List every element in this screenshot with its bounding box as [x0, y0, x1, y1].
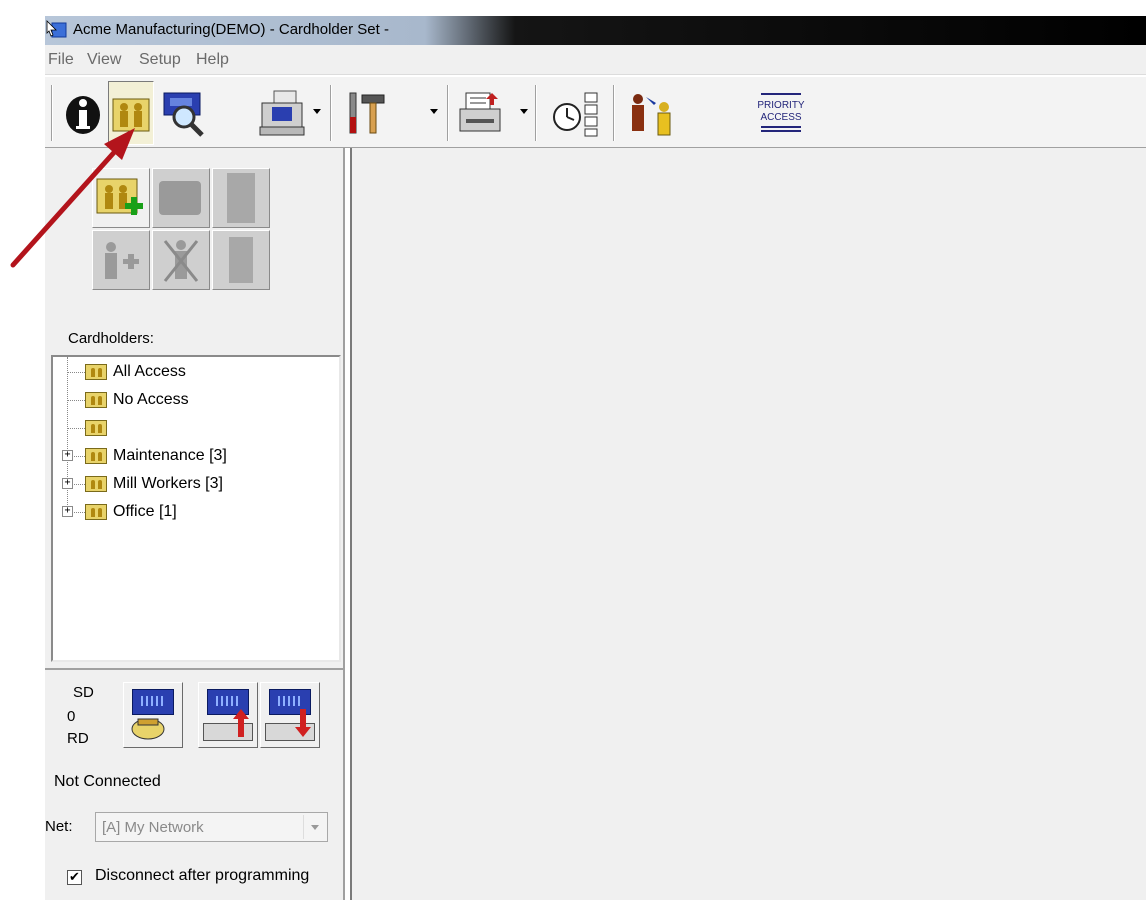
printer-icon	[459, 92, 501, 132]
menu-setup[interactable]: Setup	[139, 51, 181, 69]
info-icon	[66, 96, 100, 134]
arrow-up-icon	[233, 709, 249, 737]
tree-line	[67, 428, 85, 429]
folder-group-icon	[85, 364, 107, 380]
tree-item-label: All Access	[113, 363, 186, 380]
computer-dropdown-arrow[interactable]	[313, 109, 321, 114]
download-button[interactable]	[260, 682, 320, 748]
tree-line	[67, 357, 68, 517]
tree-item-label: Maintenance [3]	[113, 447, 227, 464]
printer-dropdown-arrow[interactable]	[520, 109, 528, 114]
tree-line	[67, 400, 85, 401]
toolbar-separator	[613, 85, 615, 141]
folder-group-icon	[85, 448, 107, 464]
chevron-down-icon[interactable]	[303, 815, 325, 839]
window-title: Acme Manufacturing(DEMO) - Cardholder Se…	[73, 21, 389, 38]
cardholders-label: Cardholders:	[68, 330, 154, 347]
tree-item-office[interactable]: Office [1]	[85, 500, 177, 524]
arrow-down-icon	[295, 709, 311, 737]
controller-search-button[interactable]	[159, 81, 209, 145]
network-select-value: [A] My Network	[102, 819, 204, 836]
tools-dropdown-button[interactable]	[342, 81, 390, 145]
add-group-icon	[96, 178, 143, 215]
tools-dropdown-arrow[interactable]	[430, 109, 438, 114]
tree-item-label: Mill Workers [3]	[113, 475, 223, 492]
add-cardholder-button[interactable]	[92, 230, 150, 290]
group-disabled-icon	[159, 181, 201, 215]
computer-dropdown-button[interactable]	[257, 81, 309, 145]
app-icon	[46, 20, 67, 38]
cardholders-button[interactable]	[108, 81, 154, 145]
priority-access-button[interactable]: PRIORITY ACCESS	[750, 81, 812, 145]
net-label: Net:	[45, 818, 73, 835]
connection-panel: SD 0 RD Not Connected Net: [A] My Networ…	[45, 668, 345, 900]
tree-item-unnamed[interactable]	[85, 416, 113, 440]
cardholder-group-tree[interactable]: All Access No Access + Maintenance [3] +…	[51, 355, 341, 662]
printer-dropdown-button[interactable]	[455, 81, 507, 145]
group-blank-button[interactable]	[212, 168, 270, 228]
title-bar: Acme Manufacturing(DEMO) - Cardholder Se…	[45, 16, 1146, 45]
tree-line	[67, 372, 85, 373]
delete-person-icon	[163, 240, 199, 282]
menu-help[interactable]: Help	[196, 51, 229, 69]
tree-item-all-access[interactable]: All Access	[85, 360, 186, 384]
expand-icon[interactable]: +	[62, 478, 73, 489]
priority-label-line1: PRIORITY	[757, 100, 805, 111]
schedule-button[interactable]	[551, 81, 603, 145]
tree-item-no-access[interactable]: No Access	[85, 388, 189, 412]
blank-disabled-icon	[227, 173, 255, 223]
computer-icon	[259, 90, 305, 136]
upload-button[interactable]	[198, 682, 258, 748]
tree-item-mill-workers[interactable]: Mill Workers [3]	[85, 472, 223, 496]
add-person-icon	[105, 242, 139, 279]
toolbar-separator	[447, 85, 449, 141]
delete-cardholder-button[interactable]	[152, 230, 210, 290]
sd-label: SD	[73, 684, 94, 701]
priority-label-line2: ACCESS	[760, 112, 801, 123]
person-transfer-icon	[632, 94, 671, 136]
cardholder-tools-grid	[92, 168, 272, 292]
door-disabled-icon	[229, 237, 253, 283]
tools-icon	[349, 92, 385, 134]
folder-group-icon	[85, 420, 107, 436]
controller-search-icon	[163, 92, 204, 137]
menu-bar: File View Setup Help	[45, 45, 1146, 75]
connection-status: Not Connected	[54, 773, 161, 790]
toolbar: PRIORITY ACCESS	[45, 76, 1146, 148]
add-group-button[interactable]	[92, 168, 150, 228]
expand-icon[interactable]: +	[62, 506, 73, 517]
network-select[interactable]: [A] My Network	[95, 812, 328, 842]
phone-icon	[131, 718, 165, 740]
toolbar-separator	[51, 85, 53, 141]
clock-schedule-icon	[553, 92, 598, 137]
toolbar-separator	[535, 85, 537, 141]
toolbar-separator	[330, 85, 332, 141]
cardholder-blank-button[interactable]	[212, 230, 270, 290]
disconnect-checkbox[interactable]: ✔	[67, 870, 82, 885]
tree-item-label: No Access	[113, 391, 189, 408]
tree-item-maintenance[interactable]: Maintenance [3]	[85, 444, 227, 468]
edit-group-button[interactable]	[152, 168, 210, 228]
info-button[interactable]	[63, 81, 103, 145]
connection-count: 0	[67, 708, 76, 725]
folder-group-icon	[85, 476, 107, 492]
user-transfer-button[interactable]	[623, 81, 679, 145]
expand-icon[interactable]: +	[62, 450, 73, 461]
folder-group-icon	[85, 392, 107, 408]
rd-label: RD	[67, 730, 89, 747]
menu-file[interactable]: File	[48, 51, 74, 69]
tree-item-label: Office [1]	[113, 503, 177, 520]
folder-group-icon	[85, 504, 107, 520]
workspace-area	[350, 148, 1146, 900]
menu-view[interactable]: View	[87, 51, 121, 69]
left-panel: Cardholders: All Access No Access + Main…	[45, 148, 345, 900]
priority-access-icon: PRIORITY ACCESS	[757, 93, 805, 132]
cardholders-icon	[112, 98, 150, 132]
disconnect-checkbox-label: Disconnect after programming	[95, 867, 310, 884]
dial-connect-button[interactable]	[123, 682, 183, 748]
